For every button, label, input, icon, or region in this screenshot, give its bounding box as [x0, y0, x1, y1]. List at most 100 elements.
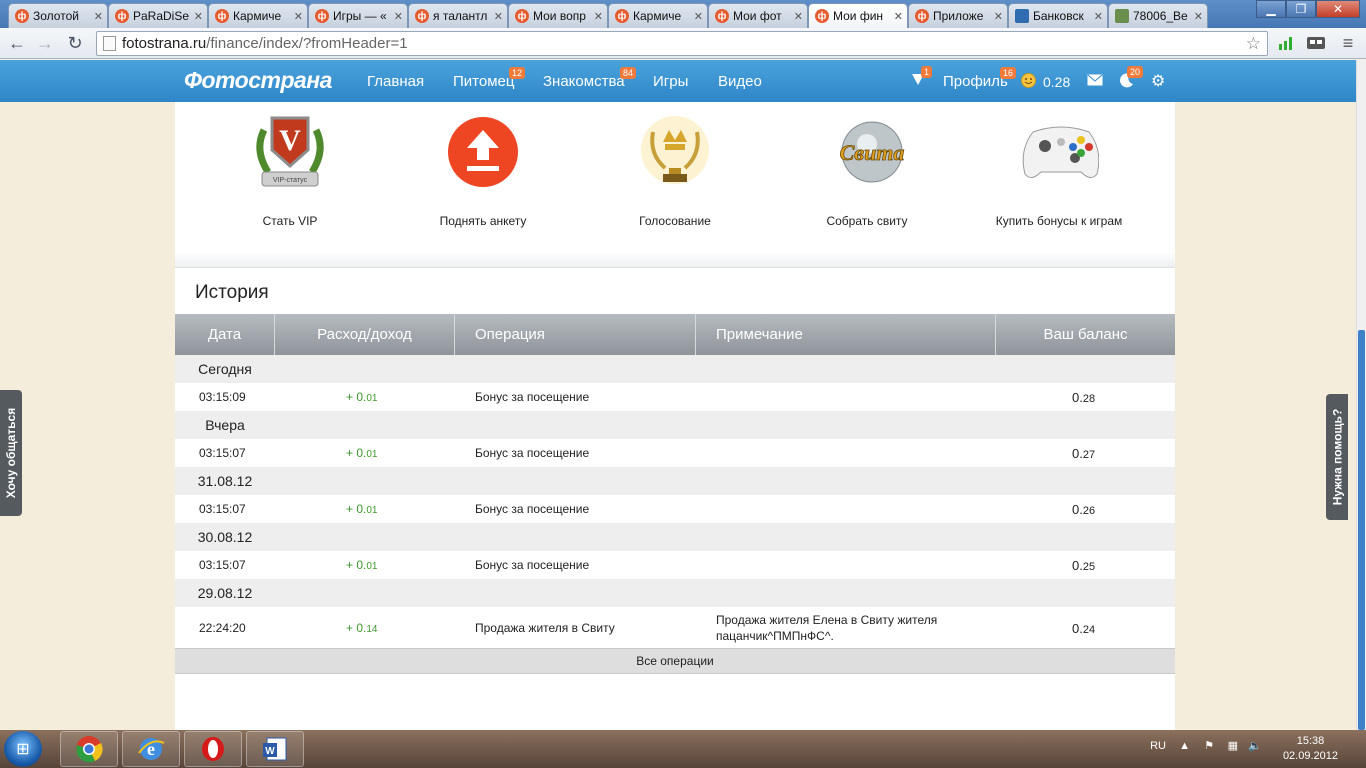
- fotostrana-favicon-icon: ф: [815, 9, 829, 23]
- date-group-label: 30.08.12: [197, 529, 253, 545]
- row-amount: + 0.01: [346, 558, 378, 572]
- back-arrow-icon[interactable]: ←: [4, 30, 30, 56]
- browser-tab[interactable]: Банковск ✕: [1008, 3, 1108, 28]
- flag-icon[interactable]: ⚑: [1204, 739, 1214, 752]
- taskbar-clock[interactable]: 15:38 02.09.2012: [1283, 734, 1338, 764]
- svg-text:VIP-статус: VIP-статус: [273, 177, 308, 184]
- minimize-icon[interactable]: ▁: [1256, 0, 1286, 18]
- scrollbar-thumb[interactable]: [1358, 330, 1365, 730]
- nav-link[interactable]: Знакомства 84: [543, 67, 637, 90]
- tab-title: Мои фот: [733, 9, 782, 23]
- history-table-header: Дата Расход/доход Операция Примечание Ва…: [175, 314, 1175, 355]
- tab-close-icon[interactable]: ✕: [994, 10, 1003, 23]
- language-indicator[interactable]: RU: [1150, 740, 1166, 752]
- tab-close-icon[interactable]: ✕: [494, 10, 503, 23]
- tab-close-icon[interactable]: ✕: [894, 10, 903, 23]
- start-button[interactable]: ⊞: [4, 731, 42, 767]
- browser-tab[interactable]: ф Золотой ✕: [8, 3, 108, 28]
- date-group-row: 29.08.12: [175, 579, 1175, 607]
- forward-arrow-icon[interactable]: →: [32, 30, 58, 56]
- need-help-tab[interactable]: Нужна помощь?: [1326, 394, 1348, 520]
- nav-link[interactable]: Питомец 12: [453, 67, 526, 90]
- reload-icon[interactable]: ↻: [62, 30, 88, 56]
- tab-title: я талантл: [433, 9, 488, 23]
- tray-expand-icon[interactable]: ▲: [1179, 740, 1190, 752]
- extension-icon[interactable]: [1304, 33, 1328, 53]
- signal-bars-icon[interactable]: [1276, 33, 1296, 53]
- mail-icon[interactable]: [1087, 73, 1103, 89]
- network-icon[interactable]: ▦: [1228, 739, 1238, 752]
- svita-disco-ball-icon: Свита: [827, 112, 907, 192]
- browser-tab[interactable]: ф PaRaDiSe ✕: [108, 3, 208, 28]
- browser-tab-strip: ф Золотой ✕ ф PaRaDiSe ✕ ф Кармиче ✕ ф Игры — «✕ ф я…: [0, 0, 1366, 28]
- date-group-label: 29.08.12: [197, 585, 253, 601]
- tab-close-icon[interactable]: ✕: [1194, 10, 1203, 23]
- page-icon: [103, 36, 116, 51]
- row-amount: + 0.14: [346, 621, 378, 635]
- image-favicon-icon: [1115, 9, 1129, 23]
- vip-icon[interactable]: 1: [911, 66, 933, 89]
- bookmark-star-icon[interactable]: ☆: [1246, 34, 1261, 54]
- row-balance: 0.26: [1072, 501, 1096, 517]
- chrome-taskbar-icon[interactable]: [60, 731, 118, 767]
- profile-link[interactable]: Профиль 16: [943, 67, 1017, 90]
- browser-tab[interactable]: ф Мои вопр ✕: [508, 3, 608, 28]
- wrench-menu-icon[interactable]: ≡: [1336, 33, 1360, 53]
- word-taskbar-icon[interactable]: W: [246, 731, 304, 767]
- browser-tab[interactable]: ф Мои фин ✕: [808, 3, 908, 28]
- coin-smiley-icon[interactable]: [1021, 73, 1036, 91]
- maximize-icon[interactable]: ❐: [1286, 0, 1316, 18]
- balance-value[interactable]: 0.28: [1043, 74, 1070, 90]
- nav-link[interactable]: Игры: [653, 73, 688, 90]
- volume-icon[interactable]: 🔈: [1248, 739, 1262, 752]
- browser-tab[interactable]: ф Игры — « ✕: [308, 3, 408, 28]
- feature-voting[interactable]: Голосование: [580, 112, 770, 228]
- opera-taskbar-icon[interactable]: [184, 731, 242, 767]
- table-row: 03:15:07 + 0.01 Бонус за посещение 0.26: [175, 495, 1175, 523]
- feature-buy-game-bonuses[interactable]: Купить бонусы к играм: [964, 112, 1154, 228]
- feature-collect-svita[interactable]: Свита Собрать свиту: [772, 112, 962, 228]
- tab-close-icon[interactable]: ✕: [794, 10, 803, 23]
- all-operations-link[interactable]: Все операции: [175, 648, 1175, 674]
- row-operation: Бонус за посещение: [475, 446, 590, 460]
- want-to-chat-tab[interactable]: Хочу общаться: [0, 390, 22, 516]
- fotostrana-favicon-icon: ф: [915, 9, 929, 23]
- table-row: 22:24:20 + 0.14 Продажа жителя в Свиту Прод…: [175, 607, 1175, 649]
- tab-close-icon[interactable]: ✕: [1094, 10, 1103, 23]
- row-amount: + 0.01: [346, 390, 378, 404]
- tab-close-icon[interactable]: ✕: [394, 10, 403, 23]
- tab-close-icon[interactable]: ✕: [94, 10, 103, 23]
- row-amount: + 0.01: [346, 502, 378, 516]
- date-group-label: Вчера: [205, 417, 245, 433]
- feature-raise-profile[interactable]: Поднять анкету: [388, 112, 578, 228]
- browser-tab[interactable]: 78006_Be ✕: [1108, 3, 1208, 28]
- settings-gear-icon[interactable]: ⚙: [1151, 71, 1165, 91]
- date-group-label: 31.08.12: [197, 473, 253, 489]
- tab-close-icon[interactable]: ✕: [594, 10, 603, 23]
- col-operation: Операция: [455, 314, 696, 355]
- browser-tab[interactable]: ф Кармиче ✕: [208, 3, 308, 28]
- date-group-row: 30.08.12: [175, 523, 1175, 551]
- browser-tab[interactable]: ф Приложе ✕: [908, 3, 1008, 28]
- browser-tab[interactable]: ф Мои фот ✕: [708, 3, 808, 28]
- row-balance: 0.24: [1072, 620, 1096, 636]
- address-bar[interactable]: fotostrana.ru/finance/index/?fromHeader=…: [96, 31, 1268, 56]
- page-scrollbar[interactable]: [1356, 60, 1366, 730]
- nav-link[interactable]: Главная: [367, 73, 424, 90]
- browser-tab[interactable]: ф Кармиче ✕: [608, 3, 708, 28]
- tab-close-icon[interactable]: ✕: [294, 10, 303, 23]
- notifications-moon-icon[interactable]: 20: [1119, 66, 1144, 91]
- site-logo[interactable]: Фотострана: [184, 67, 332, 94]
- nav-link[interactable]: Видео: [718, 73, 762, 90]
- tab-close-icon[interactable]: ✕: [694, 10, 703, 23]
- ie-taskbar-icon[interactable]: e: [122, 731, 180, 767]
- table-row: 03:15:09 + 0.01 Бонус за посещение 0.28: [175, 383, 1175, 411]
- close-window-icon[interactable]: ✕: [1316, 0, 1360, 18]
- tab-close-icon[interactable]: ✕: [194, 10, 203, 23]
- table-row: 03:15:07 + 0.01 Бонус за посещение 0.27: [175, 439, 1175, 467]
- finance-content-panel: V VIP-статус Стать VIP Поднять анкету Го…: [175, 102, 1175, 730]
- feature-become-vip[interactable]: V VIP-статус Стать VIP: [195, 112, 385, 228]
- feature-label: Собрать свиту: [826, 214, 908, 228]
- row-amount: + 0.01: [346, 446, 378, 460]
- browser-tab[interactable]: ф я талантл ✕: [408, 3, 508, 28]
